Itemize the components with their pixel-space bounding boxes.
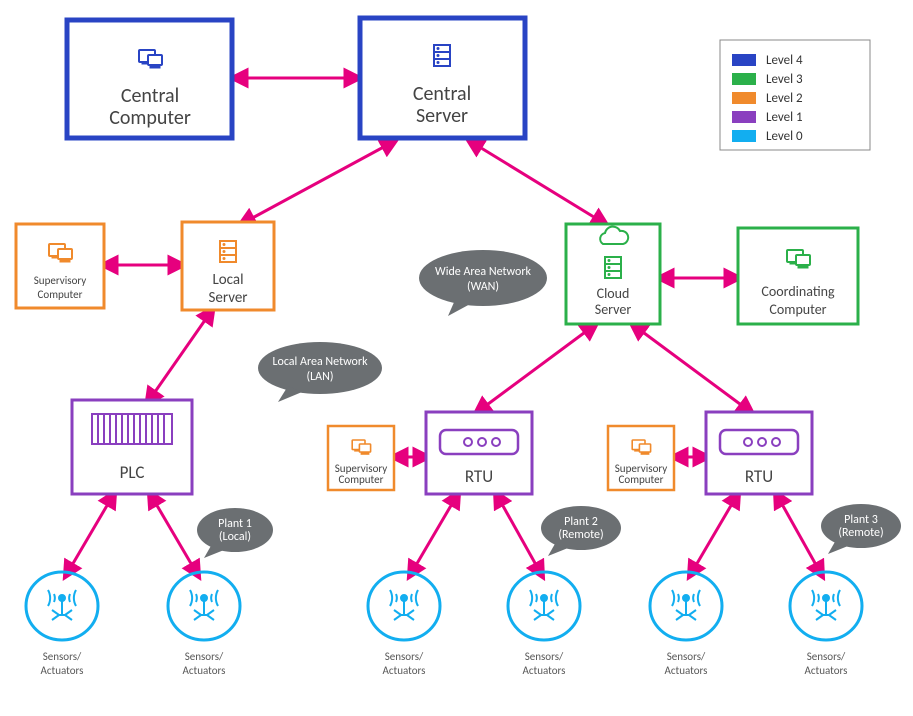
- local-server-node: Local Server: [182, 222, 274, 310]
- sensor-4-node: [508, 572, 580, 640]
- plant1-bubble: Plant 1 (Local): [197, 508, 273, 558]
- legend: Level 4 Level 3 Level 2 Level 1 Level 0: [720, 40, 870, 150]
- svg-text:Plant 3: Plant 3: [844, 513, 878, 527]
- svg-text:Wide Area Network: Wide Area Network: [435, 265, 531, 279]
- legend-label-3: Level 3: [766, 72, 803, 87]
- cloud-server-node: Cloud Server: [566, 224, 660, 324]
- svg-text:Sensors/: Sensors/: [43, 650, 82, 663]
- plant3-bubble: Plant 3 (Remote): [821, 504, 901, 554]
- plant2-bubble: Plant 2 (Remote): [541, 506, 621, 556]
- plc-node: PLC: [72, 400, 192, 494]
- svg-text:(Remote): (Remote): [838, 526, 883, 540]
- sensor-5-node: [650, 572, 722, 640]
- central-server-node: Central Server: [360, 18, 525, 138]
- svg-text:Sensors/: Sensors/: [525, 650, 564, 663]
- svg-text:Sensors/: Sensors/: [385, 650, 424, 663]
- connections: [68, 78, 820, 572]
- legend-label-4: Level 4: [766, 53, 803, 68]
- rtu-1-node: RTU: [426, 412, 532, 494]
- svg-text:Actuators: Actuators: [665, 664, 708, 677]
- central-computer-label: Computer: [109, 106, 191, 130]
- lan-bubble: Local Area Network (LAN): [258, 342, 382, 402]
- legend-label-0: Level 0: [766, 129, 803, 144]
- plc-label: PLC: [120, 462, 145, 483]
- coordinating-computer-node: Coordinating Computer: [738, 228, 858, 324]
- svg-text:Local Area Network: Local Area Network: [272, 355, 368, 369]
- sensor-1-node: [26, 572, 98, 640]
- svg-text:Local: Local: [212, 271, 243, 289]
- svg-text:Actuators: Actuators: [523, 664, 566, 677]
- sup-comp-1-label: Computer: [38, 288, 83, 301]
- svg-text:(LAN): (LAN): [306, 370, 333, 384]
- svg-text:(Remote): (Remote): [558, 528, 603, 542]
- svg-text:Coordinating: Coordinating: [761, 283, 835, 300]
- sensor-labels: Sensors/Actuators Sensors/Actuators Sens…: [41, 650, 848, 677]
- central-computer-node: Central Computer: [67, 20, 232, 138]
- svg-text:Cloud: Cloud: [597, 285, 630, 302]
- wan-bubble: Wide Area Network (WAN): [419, 250, 547, 316]
- supervisory-computer-3-node: Supervisory Computer: [608, 426, 674, 490]
- scada-diagram: Level 4 Level 3 Level 2 Level 1 Level 0: [0, 0, 913, 716]
- rtu-2-label: RTU: [745, 466, 773, 487]
- svg-text:Supervisory: Supervisory: [34, 274, 87, 287]
- svg-text:Central: Central: [413, 82, 471, 106]
- svg-text:Actuators: Actuators: [183, 664, 226, 677]
- svg-text:Actuators: Actuators: [805, 664, 848, 677]
- rtu-1-label: RTU: [465, 466, 493, 487]
- sup-comp-3-label: Computer: [619, 473, 664, 486]
- central-server-label: Server: [416, 104, 468, 128]
- coord-computer-label: Computer: [769, 301, 826, 318]
- sensor-2-node: [168, 572, 240, 640]
- svg-text:Sensors/: Sensors/: [807, 650, 846, 663]
- svg-text:Actuators: Actuators: [383, 664, 426, 677]
- svg-text:Plant 1: Plant 1: [218, 517, 252, 531]
- svg-text:Sensors/: Sensors/: [185, 650, 224, 663]
- sensor-3-node: [368, 572, 440, 640]
- svg-text:(Local): (Local): [219, 530, 251, 544]
- sup-comp-2-label: Computer: [339, 473, 384, 486]
- legend-label-1: Level 1: [766, 110, 803, 125]
- legend-label-2: Level 2: [766, 91, 803, 106]
- sensor-6-node: [790, 572, 862, 640]
- svg-text:Plant 2: Plant 2: [564, 515, 598, 529]
- supervisory-computer-1-node: Supervisory Computer: [16, 224, 104, 308]
- local-server-label: Server: [208, 289, 247, 307]
- supervisory-computer-2-node: Supervisory Computer: [328, 426, 394, 490]
- svg-text:Actuators: Actuators: [41, 664, 84, 677]
- rtu-2-node: RTU: [706, 412, 812, 494]
- svg-text:Central: Central: [121, 84, 179, 108]
- svg-text:(WAN): (WAN): [467, 280, 499, 294]
- svg-text:Sensors/: Sensors/: [667, 650, 706, 663]
- cloud-server-label: Server: [595, 301, 632, 318]
